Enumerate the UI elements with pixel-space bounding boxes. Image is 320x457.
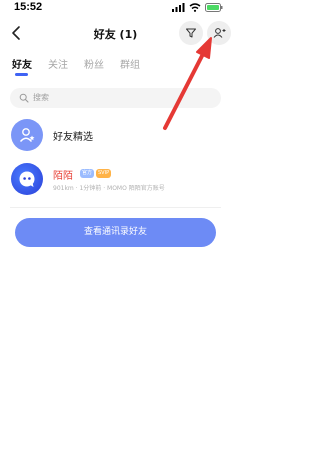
status-icons: [172, 3, 223, 12]
featured-friends-row[interactable]: 好友精选: [0, 117, 231, 157]
search-placeholder: 搜索: [33, 93, 49, 102]
featured-label: 好友精选: [53, 132, 93, 143]
search-icon: [19, 93, 29, 103]
signal-icon: [172, 3, 185, 12]
divider: [10, 207, 221, 208]
official-badge: 官方: [80, 169, 95, 178]
status-time: 15:52: [14, 1, 43, 13]
filter-button[interactable]: [179, 21, 203, 45]
status-bar: 15:52: [0, 0, 231, 16]
featured-avatar: [11, 119, 43, 151]
friend-list-item[interactable]: 陌陌 官方 SVIP 901km · 1分钟前 · MOMO 陌陌官方账号: [0, 160, 231, 206]
view-contacts-button[interactable]: 查看通讯录好友: [15, 218, 216, 247]
tab-fans[interactable]: 粉丝: [84, 56, 104, 71]
friend-name: 陌陌: [53, 171, 73, 182]
battery-icon: [205, 3, 223, 12]
friend-meta: 901km · 1分钟前 · MOMO 陌陌官方账号: [53, 185, 165, 192]
add-friend-button[interactable]: [207, 21, 231, 45]
avatar: [11, 163, 43, 195]
tab-indicator: [15, 73, 28, 76]
search-input[interactable]: 搜索: [10, 88, 221, 108]
wifi-icon: [189, 3, 201, 12]
filter-icon: [186, 28, 196, 38]
tab-friends[interactable]: 好友: [12, 56, 32, 71]
featured-user-icon: [19, 128, 35, 142]
add-friend-icon: [213, 28, 225, 38]
nav-bar: 好友 (1): [0, 18, 231, 50]
tab-bar: 好友 关注 粉丝 群组: [0, 56, 231, 78]
momo-logo-icon: [19, 171, 35, 187]
tab-groups[interactable]: 群组: [120, 56, 140, 71]
svip-badge: SVIP: [96, 169, 112, 178]
tab-following[interactable]: 关注: [48, 56, 68, 71]
